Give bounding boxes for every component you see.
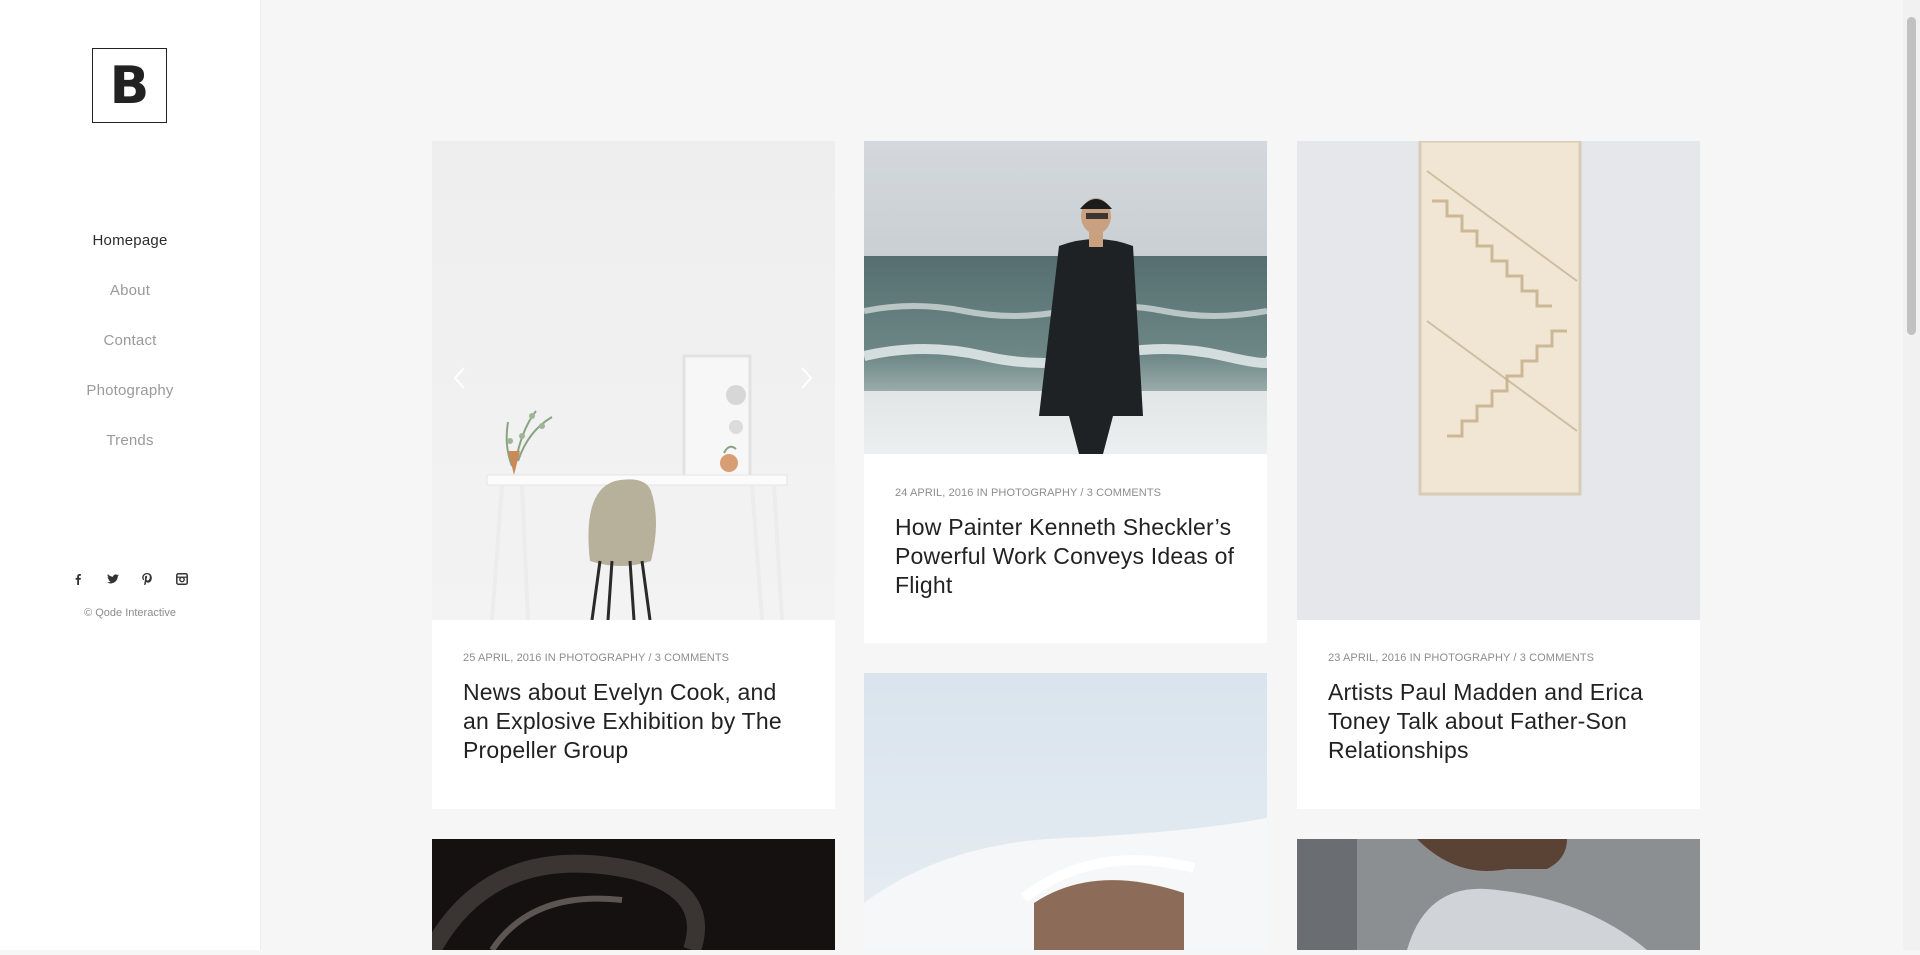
post-date[interactable]: 25 APRIL, 2016 xyxy=(463,652,541,664)
post-image[interactable] xyxy=(1297,141,1700,620)
post-body: 24 APRIL, 2016 IN PHOTOGRAPHY / 3 COMMEN… xyxy=(895,487,1236,600)
social-links xyxy=(0,572,260,590)
nav-item-contact[interactable]: Contact xyxy=(0,332,260,382)
meta-separator: / xyxy=(1080,487,1084,499)
snow-landscape-image[interactable] xyxy=(864,673,1267,950)
post-card: 25 APRIL, 2016 IN PHOTOGRAPHY / 3 COMMEN… xyxy=(432,141,835,809)
post-comments[interactable]: 3 COMMENTS xyxy=(1087,487,1161,499)
chevron-right-icon xyxy=(801,367,813,389)
post-title[interactable]: Artists Paul Madden and Erica Toney Talk… xyxy=(1328,678,1669,765)
meta-separator: / xyxy=(1513,652,1517,664)
twitter-icon[interactable] xyxy=(106,572,120,586)
post-body: 23 APRIL, 2016 IN PHOTOGRAPHY / 3 COMMEN… xyxy=(1328,652,1669,765)
man-at-sea-image xyxy=(864,141,1267,454)
pinterest-icon[interactable] xyxy=(140,572,154,586)
post-title[interactable]: How Painter Kenneth Sheckler’s Powerful … xyxy=(895,513,1236,600)
copyright: © Qode Interactive xyxy=(84,607,176,619)
post-card: 23 APRIL, 2016 IN PHOTOGRAPHY / 3 COMMEN… xyxy=(1297,141,1700,809)
logo[interactable]: B xyxy=(92,48,167,123)
post-meta: 23 APRIL, 2016 IN PHOTOGRAPHY / 3 COMMEN… xyxy=(1328,652,1669,664)
post-date[interactable]: 23 APRIL, 2016 xyxy=(1328,652,1406,664)
instagram-icon[interactable] xyxy=(175,572,189,586)
facebook-icon[interactable] xyxy=(71,572,85,586)
post-image[interactable] xyxy=(864,141,1267,454)
post-in-label: IN xyxy=(976,487,988,499)
meta-separator: / xyxy=(648,652,652,664)
post-card: 24 APRIL, 2016 IN PHOTOGRAPHY / 3 COMMEN… xyxy=(864,141,1267,643)
slider-next-arrow[interactable] xyxy=(796,363,816,393)
post-category[interactable]: PHOTOGRAPHY xyxy=(1424,652,1510,664)
slider-prev-arrow[interactable] xyxy=(450,363,470,393)
nav-item-photography[interactable]: Photography xyxy=(0,382,260,432)
post-card xyxy=(1297,839,1700,950)
post-title[interactable]: News about Evelyn Cook, and an Explosive… xyxy=(463,678,804,765)
nav-item-about[interactable]: About xyxy=(0,282,260,332)
nav-item-homepage[interactable]: Homepage xyxy=(0,232,260,282)
post-meta: 24 APRIL, 2016 IN PHOTOGRAPHY / 3 COMMEN… xyxy=(895,487,1236,499)
post-meta: 25 APRIL, 2016 IN PHOTOGRAPHY / 3 COMMEN… xyxy=(463,652,804,664)
desk-chair-image xyxy=(432,141,835,620)
post-body: 25 APRIL, 2016 IN PHOTOGRAPHY / 3 COMMEN… xyxy=(463,652,804,765)
post-date[interactable]: 24 APRIL, 2016 xyxy=(895,487,973,499)
spiral-stair-image[interactable] xyxy=(424,839,835,955)
staircase-image xyxy=(1297,141,1700,620)
main-navigation: Homepage About Contact Photography Trend… xyxy=(0,232,260,482)
vertical-scrollbar[interactable] xyxy=(1903,0,1920,950)
post-card xyxy=(424,839,835,955)
post-in-label: IN xyxy=(1409,652,1421,664)
post-category[interactable]: PHOTOGRAPHY xyxy=(559,652,645,664)
post-comments[interactable]: 3 COMMENTS xyxy=(655,652,729,664)
scrollbar-thumb[interactable] xyxy=(1907,17,1916,335)
chevron-left-icon xyxy=(453,367,465,389)
post-image-slider[interactable] xyxy=(432,141,835,620)
post-category[interactable]: PHOTOGRAPHY xyxy=(991,487,1077,499)
sidebar: B Homepage About Contact Photography Tre… xyxy=(0,0,261,950)
sneakers-image[interactable] xyxy=(1297,839,1700,950)
post-card xyxy=(864,673,1267,950)
post-comments[interactable]: 3 COMMENTS xyxy=(1520,652,1594,664)
post-in-label: IN xyxy=(544,652,556,664)
nav-item-trends[interactable]: Trends xyxy=(0,432,260,482)
